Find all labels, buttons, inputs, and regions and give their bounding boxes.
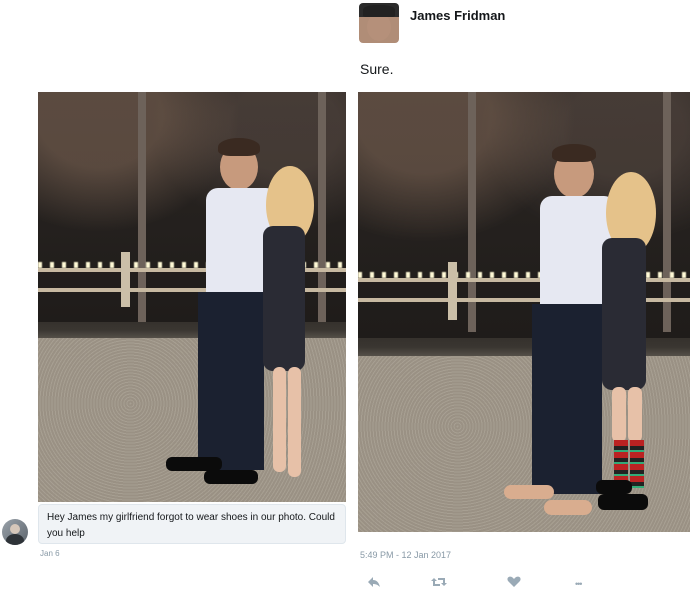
- more-icon[interactable]: •••: [575, 578, 583, 591]
- request-message: Hey James my girlfriend forgot to wear s…: [38, 504, 346, 544]
- request-message-text: Hey James my girlfriend forgot to wear s…: [47, 512, 335, 539]
- edited-photo: [358, 92, 690, 532]
- reply-text: Sure.: [360, 61, 394, 77]
- request-date: Jan 6: [40, 549, 60, 558]
- reply-icon[interactable]: [367, 576, 381, 590]
- heart-icon[interactable]: [507, 576, 521, 590]
- author-name[interactable]: James Fridman: [410, 8, 505, 23]
- original-photo: [38, 92, 346, 502]
- retweet-icon[interactable]: [431, 576, 447, 590]
- tweet-timestamp[interactable]: 5:49 PM - 12 Jan 2017: [360, 550, 451, 560]
- author-avatar[interactable]: [359, 3, 399, 43]
- requester-avatar[interactable]: [2, 519, 28, 545]
